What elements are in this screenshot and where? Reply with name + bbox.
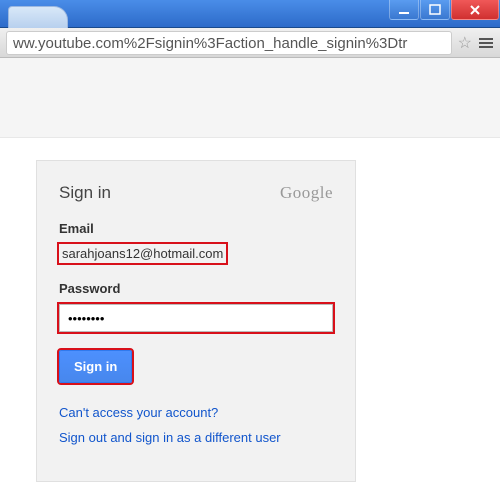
signin-title: Sign in [59,183,111,203]
sign-out-link[interactable]: Sign out and sign in as a different user [59,430,333,445]
email-value: sarahjoans12@hotmail.com [59,244,226,263]
google-logo: Google [280,183,333,203]
window-controls [389,0,500,20]
cant-access-link[interactable]: Can't access your account? [59,405,333,420]
bookmark-star-icon[interactable]: ☆ [458,33,472,53]
url-input[interactable]: ww.youtube.com%2Fsignin%3Faction_handle_… [6,31,452,55]
page-banner [0,58,500,138]
minimize-button[interactable] [389,0,419,20]
password-label: Password [59,281,333,296]
hamburger-menu-icon[interactable] [478,38,494,48]
card-header: Sign in Google [59,183,333,203]
signin-card: Sign in Google Email sarahjoans12@hotmai… [36,160,356,482]
signin-button[interactable]: Sign in [59,350,132,383]
window-titlebar [0,0,500,28]
close-button[interactable] [451,0,499,20]
browser-tab[interactable] [8,6,68,28]
address-bar: ww.youtube.com%2Fsignin%3Faction_handle_… [0,28,500,58]
maximize-button[interactable] [420,0,450,20]
password-input[interactable] [59,304,333,332]
email-label: Email [59,221,333,236]
